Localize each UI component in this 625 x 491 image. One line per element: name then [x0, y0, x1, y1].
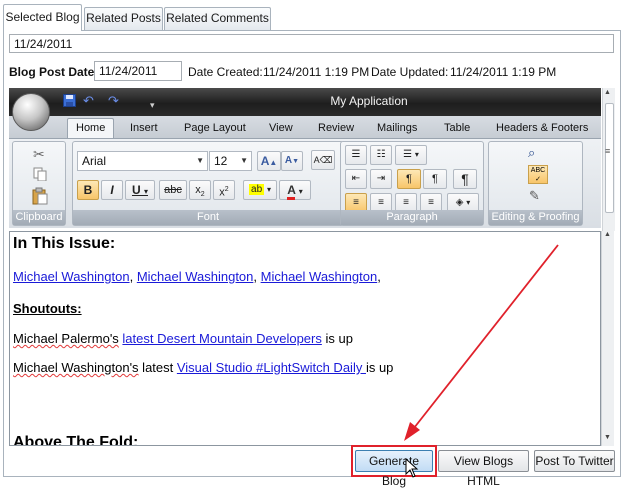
date-updated-value: 11/24/2011 1:19 PM	[450, 65, 557, 79]
ribbon-tab-headers-footers[interactable]: Headers & Footers	[496, 122, 588, 134]
paragraph-group: ☰ ☷ ☰ ▾ ⇤ ⇥ ¶ ¶ ¶ ≡ ≡ ≡ ≡ ◈ ▾ Paragraph	[340, 141, 484, 226]
cut-icon[interactable]: ✂	[33, 146, 45, 163]
find-icon[interactable]: ⌕	[528, 145, 535, 161]
font-group: Arial ▼ 12 ▼ A▲ A▼ A⌫ B I U ▾ abc x2 x2 …	[72, 141, 344, 226]
author-link[interactable]: Michael Washington	[13, 269, 130, 284]
tab-related-posts[interactable]: Related Posts	[84, 7, 163, 30]
ltr-icon[interactable]: ¶	[397, 169, 421, 189]
tab-selected-blog[interactable]: Selected Blog	[3, 4, 82, 31]
author-links-line: Michael Washington, Michael Washington, …	[13, 269, 381, 284]
font-name-select[interactable]: Arial ▼	[77, 151, 208, 171]
scroll-up-icon[interactable]: ▲	[604, 89, 611, 96]
save-icon[interactable]	[63, 94, 76, 110]
highlight-icon[interactable]: ab ▾	[243, 180, 277, 200]
shoutout-line-1: Michael Palermo's latest Desert Mountain…	[13, 331, 353, 347]
shoutout-mid: latest	[138, 360, 177, 375]
editing-proofing-group: ⌕ ABC ✓ ✎ Editing & Proofing	[488, 141, 583, 226]
chevron-down-icon: ▼	[196, 156, 204, 165]
ribbon-tab-review[interactable]: Review	[318, 122, 354, 134]
shoutout-suffix: is up	[365, 360, 394, 375]
ribbon-tab-mailings[interactable]: Mailings	[377, 122, 417, 134]
italic-button[interactable]: I	[101, 180, 123, 200]
date-updated-label: Date Updated:	[371, 65, 449, 79]
scroll-thumb[interactable]	[605, 103, 614, 213]
clear-formatting-icon[interactable]: A⌫	[311, 150, 335, 170]
ribbon-tab-row: Home Insert Page Layout View Review Mail…	[9, 116, 601, 139]
document-editor[interactable]: In This Issue: Michael Washington, Micha…	[9, 231, 601, 446]
date-created-label: Date Created:	[188, 65, 263, 79]
grip-icon: ≡	[605, 146, 611, 156]
shoutout-author: Michael Washington's	[13, 360, 139, 375]
shoutouts-heading: Shoutouts:	[13, 301, 82, 316]
clipboard-group: ✂ Clipboard	[12, 141, 66, 226]
underline-button[interactable]: U ▾	[125, 180, 155, 200]
application-menu-button[interactable]	[12, 93, 50, 131]
font-group-label: Font	[73, 210, 343, 225]
shoutout-line-2: Michael Washington's latest Visual Studi…	[13, 360, 393, 376]
chevron-down-icon: ▼	[240, 156, 248, 165]
multilevel-list-icon[interactable]: ☰ ▾	[395, 145, 427, 165]
copy-icon[interactable]	[33, 167, 47, 184]
ribbon-body: ✂ Clipboard Arial ▼ 12 ▼ A▲ A▼ A⌫ B I U …	[9, 138, 601, 228]
paragraph-group-label: Paragraph	[341, 210, 483, 225]
shoutout-link[interactable]: latest Desert Mountain Developers	[122, 331, 321, 346]
post-to-twitter-button[interactable]: Post To Twitter	[534, 450, 615, 472]
doc-heading: In This Issue:	[13, 235, 116, 252]
clipboard-group-label: Clipboard	[13, 210, 65, 225]
bullets-icon[interactable]: ☰	[345, 145, 367, 165]
scroll-up-icon[interactable]: ▲	[604, 231, 611, 238]
rtl-icon[interactable]: ¶	[423, 169, 447, 189]
view-blogs-html-button[interactable]: View Blogs HTML	[438, 450, 529, 488]
numbering-icon[interactable]: ☷	[370, 145, 392, 165]
font-name-value: Arial	[82, 154, 107, 168]
subscript-button[interactable]: x2	[189, 180, 211, 200]
ribbon-tab-table[interactable]: Table	[444, 122, 470, 134]
shrink-font-button[interactable]: A▼	[281, 151, 303, 171]
scroll-down-icon[interactable]: ▼	[604, 434, 611, 441]
customize-qat-icon[interactable]: ▾	[150, 98, 155, 112]
font-size-value: 12	[214, 154, 228, 168]
ribbon-tab-page-layout[interactable]: Page Layout	[184, 122, 246, 134]
ribbon-scrollbar[interactable]: ▲ ≡	[602, 88, 615, 231]
author-link[interactable]: Michael Washington	[261, 269, 378, 284]
ribbon: ↶ ↷ ▾ My Application Home Insert Page La…	[9, 88, 601, 228]
show-formatting-icon[interactable]: ¶	[453, 169, 477, 189]
undo-icon[interactable]: ↶	[83, 94, 94, 108]
ribbon-tab-insert[interactable]: Insert	[130, 122, 158, 134]
grow-font-button[interactable]: A▲	[257, 151, 281, 171]
blog-title-field[interactable]: 11/24/2011	[9, 34, 614, 53]
date-created-value: 11/24/2011 1:19 PM	[263, 65, 370, 79]
tab-related-comments[interactable]: Related Comments	[164, 7, 271, 30]
above-fold-heading: Above The Fold:	[13, 434, 139, 446]
decrease-indent-icon[interactable]: ⇤	[345, 169, 367, 189]
app-title: My Application	[330, 94, 408, 108]
shoutout-author: Michael Palermo's	[13, 331, 119, 346]
spelling-icon[interactable]: ABC ✓	[528, 165, 548, 184]
mouse-cursor-icon	[405, 458, 419, 478]
strikethrough-button[interactable]: abc	[159, 180, 187, 200]
ribbon-tab-home[interactable]: Home	[67, 118, 115, 139]
font-color-icon[interactable]: A ▾	[279, 180, 311, 200]
ribbon-tab-view[interactable]: View	[269, 122, 293, 134]
author-link[interactable]: Michael Washington	[137, 269, 254, 284]
format-painter-icon[interactable]: ✎	[529, 188, 540, 204]
bold-button[interactable]: B	[77, 180, 99, 200]
shoutout-link[interactable]: Visual Studio #LightSwitch Daily	[177, 360, 366, 375]
shoutout-suffix: is up	[321, 331, 353, 346]
document-scrollbar[interactable]: ▲ ▼	[601, 231, 614, 446]
increase-indent-icon[interactable]: ⇥	[370, 169, 392, 189]
redo-icon[interactable]: ↷	[108, 94, 119, 108]
editing-proofing-group-label: Editing & Proofing	[489, 210, 582, 225]
superscript-button[interactable]: x2	[213, 180, 235, 200]
ribbon-title-bar: ↶ ↷ ▾ My Application	[9, 88, 601, 131]
generate-blog-button[interactable]: Generate Blog	[355, 450, 433, 488]
blog-post-date-field[interactable]: 11/24/2011	[94, 61, 182, 81]
font-size-select[interactable]: 12 ▼	[209, 151, 252, 171]
blog-post-date-label: Blog Post Date:	[9, 65, 99, 79]
paste-icon[interactable]	[31, 187, 49, 208]
